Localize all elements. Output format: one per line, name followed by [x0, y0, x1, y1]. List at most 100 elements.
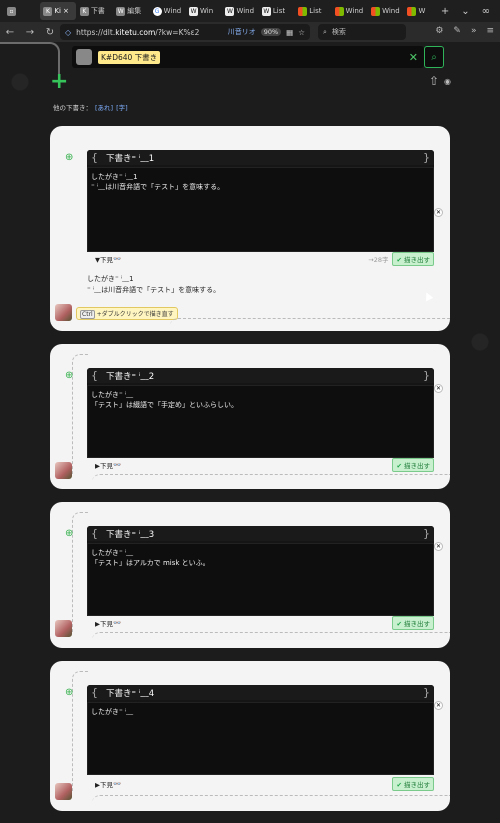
draft-card: ⊕ {下書き⁼ ⁱ﹏1} したがき⁼ ⁱ﹏1 ⁼ ⁱ﹏は川音弁語で「テスト」を意…: [50, 126, 450, 331]
add-draft-button[interactable]: +: [50, 71, 68, 93]
url-text[interactable]: https://dlt.kitetu.com/?kw=K%ε2: [76, 28, 223, 37]
save-button[interactable]: ✔ 描き出す: [392, 252, 434, 266]
close-icon[interactable]: ✕: [434, 384, 443, 393]
draft-editor[interactable]: {下書き⁼ ⁱ﹏2} したがき⁼ ⁱ﹏ 「テスト」は綴語で「手定め」といふらしい…: [87, 368, 434, 458]
menu-icon[interactable]: ≡: [486, 26, 494, 36]
draft-title[interactable]: {下書き⁼ ⁱ﹏4}: [87, 685, 434, 700]
search-bar[interactable]: K#D640 下書き ✕ ⌕: [72, 46, 444, 68]
toggle-preview[interactable]: ▶下見: [95, 460, 113, 470]
clear-icon[interactable]: ✕: [409, 51, 418, 64]
close-icon[interactable]: ✕: [434, 208, 443, 217]
close-tab-icon[interactable]: ×: [63, 7, 69, 15]
avatar[interactable]: [55, 620, 72, 637]
draft-title[interactable]: {下書き⁼ ⁱ﹏2}: [87, 368, 434, 383]
w-icon: W: [261, 6, 271, 16]
save-button[interactable]: ✔ 描き出す: [392, 616, 434, 630]
browser-tab[interactable]: ▫: [4, 2, 39, 20]
extension-icon[interactable]: ✎: [453, 26, 461, 36]
browser-tab[interactable]: W Win: [186, 2, 221, 20]
draft-title[interactable]: {下書き⁼ ⁱ﹏1}: [87, 150, 434, 165]
page-content: K#D640 下書き ✕ ⌕ + ⇧ ◉ 他の下書き： [あれ] [字] ⊕ {…: [0, 42, 500, 823]
browser-tab[interactable]: List: [295, 2, 330, 20]
divider: [72, 671, 88, 791]
divider: [92, 795, 450, 811]
other-draft-link[interactable]: [字]: [116, 102, 128, 112]
rss-icon[interactable]: ◉: [444, 77, 451, 86]
bookmark-star-icon[interactable]: ☆: [298, 28, 305, 37]
browser-tab[interactable]: Wind: [368, 2, 403, 20]
kitetu-icon: K: [43, 6, 53, 16]
user-badge[interactable]: 川音リオ: [228, 27, 256, 37]
browser-tab[interactable]: W: [404, 2, 439, 20]
search-go-button[interactable]: ⌕: [424, 46, 444, 68]
browser-tab[interactable]: K 下書: [77, 2, 112, 20]
back-icon[interactable]: ←: [4, 27, 16, 38]
share-icon[interactable]: ⇧: [429, 74, 439, 88]
search-query-pill[interactable]: K#D640 下書き: [98, 50, 161, 64]
browser-tab[interactable]: W List: [259, 2, 294, 20]
infinity-icon[interactable]: ∞: [482, 6, 490, 17]
check-icon: ✔: [396, 620, 402, 628]
globe-icon[interactable]: ⊕: [65, 370, 73, 381]
avatar: [76, 49, 92, 65]
browser-tab-active[interactable]: K Ki ×: [40, 2, 76, 20]
close-icon[interactable]: ✕: [434, 542, 443, 551]
eye-icon: 👓: [113, 780, 122, 788]
check-icon: ✔: [396, 256, 402, 264]
divider: [72, 512, 88, 632]
editor-footer: ▼下見 👓 →28字 ✔ 描き出す: [87, 252, 434, 266]
globe-icon[interactable]: ⊕: [65, 687, 73, 698]
editor-footer: ▶下見 👓 ✔ 描き出す: [87, 777, 434, 791]
check-icon: ✔: [396, 462, 402, 470]
microsoft-icon: [407, 6, 417, 16]
browser-tab[interactable]: G Wind: [150, 2, 185, 20]
divider: [72, 354, 88, 474]
globe-icon[interactable]: ⊕: [65, 528, 73, 539]
microsoft-icon: [298, 6, 308, 16]
browser-tab[interactable]: W Wind: [222, 2, 257, 20]
save-button[interactable]: ✔ 描き出す: [392, 777, 434, 791]
draft-title[interactable]: {下書き⁼ ⁱ﹏3}: [87, 526, 434, 541]
globe-icon[interactable]: ⊕: [65, 152, 73, 163]
forward-icon[interactable]: →: [24, 27, 36, 38]
divider: [170, 318, 450, 334]
close-icon[interactable]: ✕: [434, 701, 443, 710]
divider: [92, 474, 450, 490]
settings-icon[interactable]: ⚙: [435, 26, 443, 36]
draft-card: ⊕ {下書き⁼ ⁱ﹏3} したがき⁼ ⁱ﹏ 「テスト」はアルカで misk とい…: [50, 502, 450, 648]
draft-body[interactable]: したがき⁼ ⁱ﹏: [87, 702, 434, 775]
avatar[interactable]: [55, 783, 72, 800]
browser-tab[interactable]: Wind: [332, 2, 367, 20]
reload-icon[interactable]: ↻: [44, 27, 56, 38]
draft-body[interactable]: したがき⁼ ⁱ﹏ 「テスト」は綴語で「手定め」といふらしい。: [87, 385, 434, 458]
tab-list-button[interactable]: ⌄: [461, 6, 469, 17]
hint-tooltip: Ctrl +ダブルクリックで描き直す: [76, 307, 178, 320]
check-icon: ✔: [396, 781, 402, 789]
url-bar[interactable]: ◇ https://dlt.kitetu.com/?kw=K%ε2 川音リオ 9…: [60, 24, 310, 40]
toggle-preview[interactable]: ▶下見: [95, 618, 113, 628]
save-button[interactable]: ✔ 描き出す: [392, 458, 434, 472]
qr-icon[interactable]: ▦: [286, 28, 293, 37]
other-drafts: 他の下書き： [あれ] [字]: [53, 102, 128, 112]
new-tab-button[interactable]: +: [441, 6, 449, 17]
other-draft-link[interactable]: [あれ]: [95, 102, 113, 112]
shield-icon: ◇: [65, 27, 72, 37]
avatar[interactable]: [55, 462, 72, 479]
divider: [92, 632, 450, 648]
draft-editor[interactable]: {下書き⁼ ⁱ﹏3} したがき⁼ ⁱ﹏ 「テスト」はアルカで misk といふ。: [87, 526, 434, 616]
microsoft-icon: [334, 6, 344, 16]
search-input[interactable]: ⌕ 検索: [318, 24, 406, 40]
toggle-preview[interactable]: ▶下見: [95, 779, 113, 789]
draft-body[interactable]: したがき⁼ ⁱ﹏1 ⁼ ⁱ﹏は川音弁語で「テスト」を意味する。: [87, 167, 434, 252]
draft-editor[interactable]: {下書き⁼ ⁱ﹏4} したがき⁼ ⁱ﹏: [87, 685, 434, 775]
wiki-icon: W: [116, 6, 126, 16]
toggle-preview[interactable]: ▼下見: [95, 254, 113, 264]
avatar[interactable]: [55, 304, 72, 321]
draft-editor[interactable]: {下書き⁼ ⁱ﹏1} したがき⁼ ⁱ﹏1 ⁼ ⁱ﹏は川音弁語で「テスト」を意味す…: [87, 150, 434, 252]
draft-body[interactable]: したがき⁼ ⁱ﹏ 「テスト」はアルカで misk といふ。: [87, 543, 434, 616]
w-icon: W: [189, 6, 199, 16]
browser-tab[interactable]: W 編集: [113, 2, 148, 20]
google-icon: G: [152, 6, 162, 16]
zoom-level[interactable]: 90%: [260, 28, 282, 36]
overflow-icon[interactable]: »: [471, 26, 477, 36]
